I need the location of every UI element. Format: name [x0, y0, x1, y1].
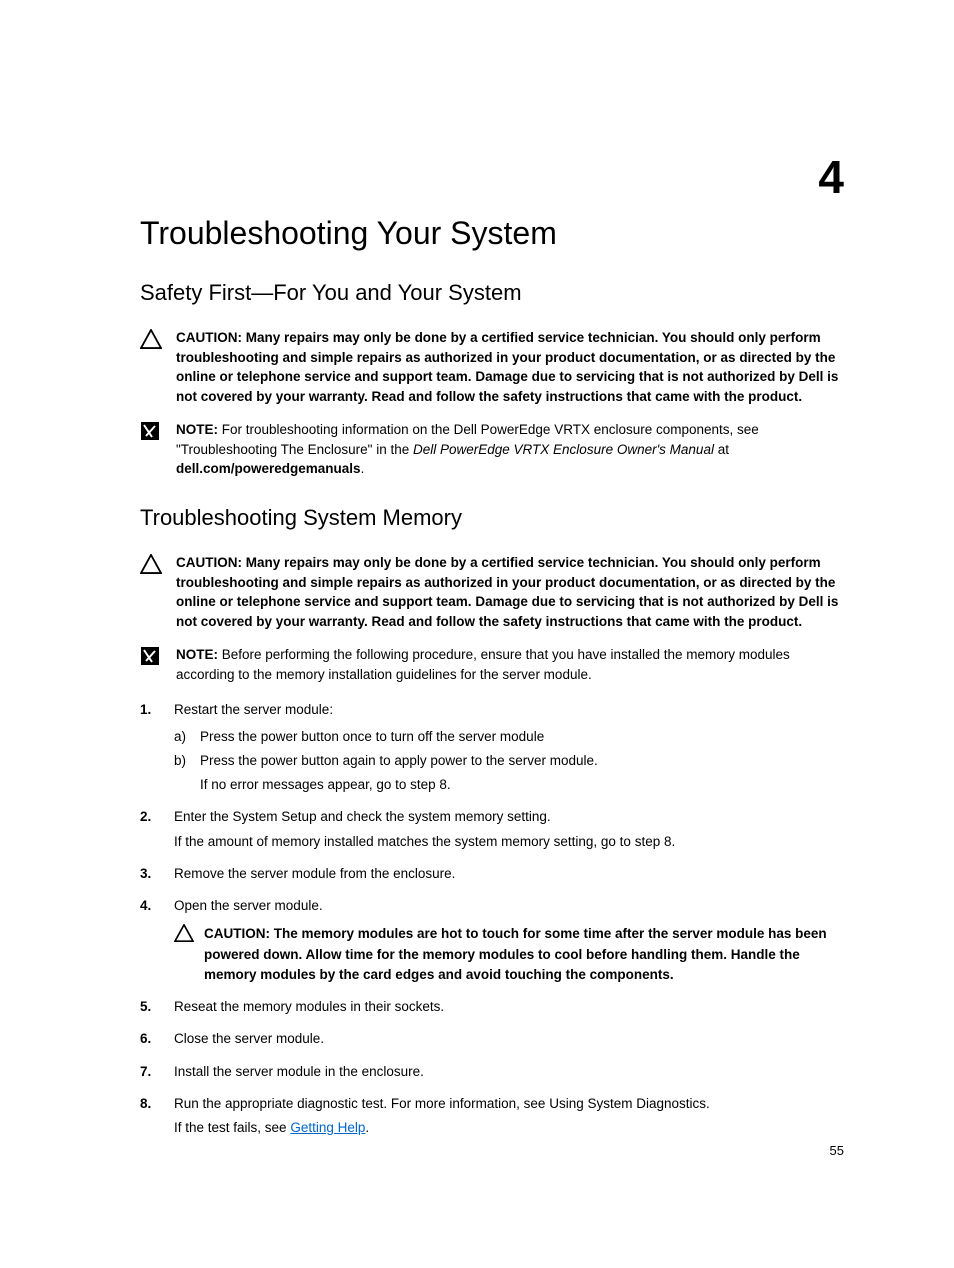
substep-note: If no error messages appear, go to step … [200, 775, 844, 795]
getting-help-link[interactable]: Getting Help [290, 1120, 365, 1135]
note-icon [140, 421, 168, 441]
step-followup-pre: If the test fails, see [174, 1120, 290, 1135]
step-text: Restart the server module: [174, 702, 333, 717]
list-item: Restart the server module: Press the pow… [140, 700, 844, 795]
list-item: Press the power button once to turn off … [174, 727, 844, 747]
list-item: Press the power button again to apply po… [174, 751, 844, 796]
caution-callout: CAUTION: Many repairs may only be done b… [140, 553, 844, 631]
list-item: Run the appropriate diagnostic test. For… [140, 1094, 844, 1139]
note-text: NOTE: Before performing the following pr… [176, 645, 844, 684]
page-number: 55 [830, 1143, 844, 1158]
sub-list: Press the power button once to turn off … [174, 727, 844, 796]
page-title: Troubleshooting Your System [140, 215, 844, 252]
step-text: Open the server module. [174, 898, 323, 913]
note-body: Before performing the following procedur… [176, 647, 790, 682]
list-item: Close the server module. [140, 1029, 844, 1049]
note-callout: NOTE: Before performing the following pr… [140, 645, 844, 684]
step-followup: If the test fails, see Getting Help. [174, 1118, 844, 1138]
step-text: Reseat the memory modules in their socke… [174, 999, 444, 1014]
note-manual-title: Dell PowerEdge VRTX Enclosure Owner's Ma… [413, 442, 714, 457]
caution-callout: CAUTION: The memory modules are hot to t… [174, 924, 844, 985]
caution-body: Many repairs may only be done by a certi… [176, 330, 838, 404]
procedure-list: Restart the server module: Press the pow… [140, 700, 844, 1138]
step-text: Install the server module in the enclosu… [174, 1064, 424, 1079]
step-text: Remove the server module from the enclos… [174, 866, 455, 881]
substep-text: Press the power button again to apply po… [200, 753, 598, 768]
caution-text: CAUTION: Many repairs may only be done b… [176, 553, 844, 631]
step-text: Close the server module. [174, 1031, 324, 1046]
note-mid: at [714, 442, 729, 457]
list-item: Remove the server module from the enclos… [140, 864, 844, 884]
step-followup-post: . [365, 1120, 369, 1135]
note-lead: NOTE: [176, 422, 222, 437]
note-post: . [361, 461, 365, 476]
caution-text: CAUTION: Many repairs may only be done b… [176, 328, 844, 406]
step-text: Enter the System Setup and check the sys… [174, 809, 551, 824]
step-text: Run the appropriate diagnostic test. For… [174, 1096, 710, 1111]
substep-text: Press the power button once to turn off … [200, 729, 544, 744]
list-item: Install the server module in the enclosu… [140, 1062, 844, 1082]
caution-lead: CAUTION: [176, 330, 246, 345]
caution-text: CAUTION: The memory modules are hot to t… [204, 924, 844, 985]
caution-body: Many repairs may only be done by a certi… [176, 555, 838, 629]
caution-icon [140, 329, 168, 349]
note-lead: NOTE: [176, 647, 222, 662]
caution-lead: CAUTION: [204, 926, 274, 941]
caution-icon [174, 924, 198, 942]
section-heading-safety: Safety First—For You and Your System [140, 280, 844, 306]
list-item: Reseat the memory modules in their socke… [140, 997, 844, 1017]
note-text: NOTE: For troubleshooting information on… [176, 420, 844, 479]
note-icon [140, 646, 168, 666]
list-item: Enter the System Setup and check the sys… [140, 807, 844, 852]
step-followup: If the amount of memory installed matche… [174, 832, 844, 852]
chapter-number: 4 [818, 150, 844, 204]
caution-icon [140, 554, 168, 574]
document-page: 4 Troubleshooting Your System Safety Fir… [0, 0, 954, 1190]
caution-lead: CAUTION: [176, 555, 246, 570]
section-heading-memory: Troubleshooting System Memory [140, 505, 844, 531]
list-item: Open the server module. CAUTION: The mem… [140, 896, 844, 985]
note-callout: NOTE: For troubleshooting information on… [140, 420, 844, 479]
note-url: dell.com/poweredgemanuals [176, 461, 361, 476]
caution-body: The memory modules are hot to touch for … [204, 926, 827, 982]
caution-callout: CAUTION: Many repairs may only be done b… [140, 328, 844, 406]
